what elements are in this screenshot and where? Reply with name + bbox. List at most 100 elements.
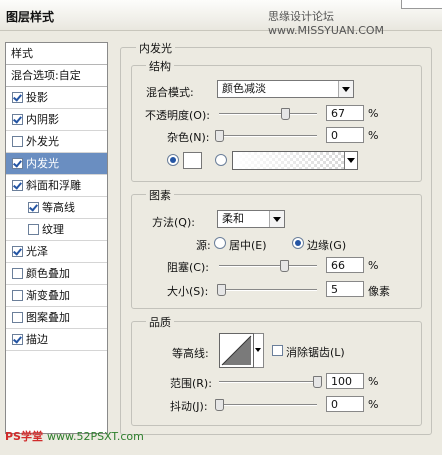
- style-checkbox[interactable]: [12, 268, 23, 279]
- method-value: 柔和: [222, 212, 244, 225]
- style-checkbox[interactable]: [28, 202, 39, 213]
- blend-options-item[interactable]: 混合选项:自定: [6, 65, 107, 87]
- sidebar-item-label: 描边: [26, 333, 48, 346]
- window-corner: [401, 0, 442, 9]
- sidebar-item[interactable]: 描边: [6, 329, 107, 351]
- choke-unit: %: [368, 259, 379, 272]
- jitter-label: 抖动(J):: [170, 400, 208, 413]
- sidebar-item-label: 光泽: [26, 245, 48, 258]
- sidebar-item[interactable]: 图案叠加: [6, 307, 107, 329]
- quality-legend: 品质: [146, 314, 174, 330]
- style-checkbox[interactable]: [12, 158, 23, 169]
- contour-picker[interactable]: [219, 333, 254, 368]
- contour-label: 等高线:: [172, 347, 209, 360]
- gradient-picker[interactable]: [232, 151, 358, 170]
- style-checkbox[interactable]: [12, 114, 23, 125]
- method-label: 方法(Q):: [152, 216, 195, 229]
- noise-label: 杂色(N):: [167, 131, 210, 144]
- opacity-slider[interactable]: [219, 113, 317, 115]
- choke-label: 阻塞(C):: [167, 261, 209, 274]
- sidebar-item[interactable]: 外发光: [6, 131, 107, 153]
- sidebar-item-label: 纹理: [42, 223, 64, 236]
- sidebar-item[interactable]: 纹理: [6, 219, 107, 241]
- sidebar-item[interactable]: 等高线: [6, 197, 107, 219]
- sidebar-item-label: 等高线: [42, 201, 75, 214]
- sidebar-item-label: 内发光: [26, 157, 59, 170]
- sidebar-item-label: 颜色叠加: [26, 267, 70, 280]
- chevron-down-icon[interactable]: [344, 152, 357, 169]
- style-checkbox[interactable]: [12, 92, 23, 103]
- window-title: 图层样式: [6, 10, 55, 24]
- noise-slider-thumb[interactable]: [215, 130, 224, 142]
- sidebar-item-label: 图案叠加: [26, 311, 70, 324]
- style-checkbox[interactable]: [12, 334, 23, 345]
- range-unit: %: [368, 375, 379, 388]
- color-radio[interactable]: [167, 154, 179, 166]
- method-select[interactable]: 柔和: [217, 210, 285, 228]
- contour-dropdown-arrow[interactable]: [254, 333, 264, 368]
- range-slider-thumb[interactable]: [313, 376, 322, 388]
- choke-slider[interactable]: [219, 265, 317, 267]
- sidebar-item[interactable]: 光泽: [6, 241, 107, 263]
- opacity-input[interactable]: 67: [326, 105, 364, 121]
- chevron-down-icon: [338, 81, 353, 97]
- sidebar-item-label: 外发光: [26, 135, 59, 148]
- choke-slider-thumb[interactable]: [279, 260, 289, 272]
- source-edge-label[interactable]: 边缘(G): [307, 237, 346, 253]
- styles-header[interactable]: 样式: [6, 43, 107, 65]
- size-unit: 像素: [368, 285, 390, 298]
- inner-glow-title: 内发光: [136, 40, 175, 56]
- size-input[interactable]: 5: [326, 281, 364, 297]
- sidebar-item[interactable]: 内阴影: [6, 109, 107, 131]
- footer-logo-text: PS学堂: [5, 430, 43, 443]
- jitter-slider-thumb[interactable]: [215, 399, 224, 411]
- style-checkbox[interactable]: [12, 136, 23, 147]
- noise-unit: %: [368, 129, 379, 142]
- elements-legend: 图素: [146, 187, 174, 203]
- sidebar-item-label: 渐变叠加: [26, 289, 70, 302]
- title-bar: 图层样式 思缘设计论坛 www.MISSYUAN.COM: [0, 0, 442, 37]
- antialias-label[interactable]: 消除锯齿(L): [286, 344, 345, 360]
- source-center-radio[interactable]: [214, 237, 226, 249]
- style-checkbox[interactable]: [12, 290, 23, 301]
- source-center-label[interactable]: 居中(E): [229, 237, 267, 253]
- sidebar-item[interactable]: 内发光: [6, 153, 107, 175]
- noise-input[interactable]: 0: [326, 127, 364, 143]
- sidebar-item[interactable]: 渐变叠加: [6, 285, 107, 307]
- footer-logo: PS学堂 www.52PSXT.com: [5, 428, 144, 444]
- source-edge-radio[interactable]: [292, 237, 304, 249]
- style-checkbox[interactable]: [28, 224, 39, 235]
- antialias-checkbox[interactable]: [272, 345, 283, 356]
- sidebar-item[interactable]: 斜面和浮雕: [6, 175, 107, 197]
- sidebar-item-label: 内阴影: [26, 113, 59, 126]
- blend-mode-label: 混合模式:: [146, 86, 194, 99]
- style-checkbox[interactable]: [12, 312, 23, 323]
- size-slider[interactable]: [219, 289, 317, 291]
- choke-input[interactable]: 66: [326, 257, 364, 273]
- blend-mode-select[interactable]: 颜色减淡: [217, 80, 354, 98]
- jitter-input[interactable]: 0: [326, 396, 364, 412]
- watermark-text: 思缘设计论坛 www.MISSYUAN.COM: [268, 10, 385, 37]
- footer-url: www.52PSXT.com: [46, 430, 144, 443]
- style-checkbox[interactable]: [12, 180, 23, 191]
- structure-legend: 结构: [146, 58, 174, 74]
- jitter-unit: %: [368, 398, 379, 411]
- sidebar-item-label: 斜面和浮雕: [26, 179, 81, 192]
- range-slider[interactable]: [219, 381, 317, 383]
- noise-slider[interactable]: [219, 135, 317, 137]
- sidebar-item[interactable]: 颜色叠加: [6, 263, 107, 285]
- source-label: 源:: [196, 239, 211, 252]
- size-label: 大小(S):: [167, 285, 209, 298]
- style-checkbox[interactable]: [12, 246, 23, 257]
- sidebar-item[interactable]: 投影: [6, 87, 107, 109]
- glow-color-swatch[interactable]: [183, 152, 202, 169]
- jitter-slider[interactable]: [219, 404, 317, 406]
- size-slider-thumb[interactable]: [216, 284, 226, 296]
- gradient-radio[interactable]: [215, 154, 227, 166]
- blend-mode-value: 颜色减淡: [222, 82, 266, 95]
- opacity-label: 不透明度(O):: [145, 109, 210, 122]
- range-input[interactable]: 100: [326, 373, 364, 389]
- opacity-unit: %: [368, 107, 379, 120]
- styles-list: 样式 混合选项:自定 投影内阴影外发光内发光斜面和浮雕等高线纹理光泽颜色叠加渐变…: [5, 42, 108, 434]
- opacity-slider-thumb[interactable]: [280, 108, 290, 120]
